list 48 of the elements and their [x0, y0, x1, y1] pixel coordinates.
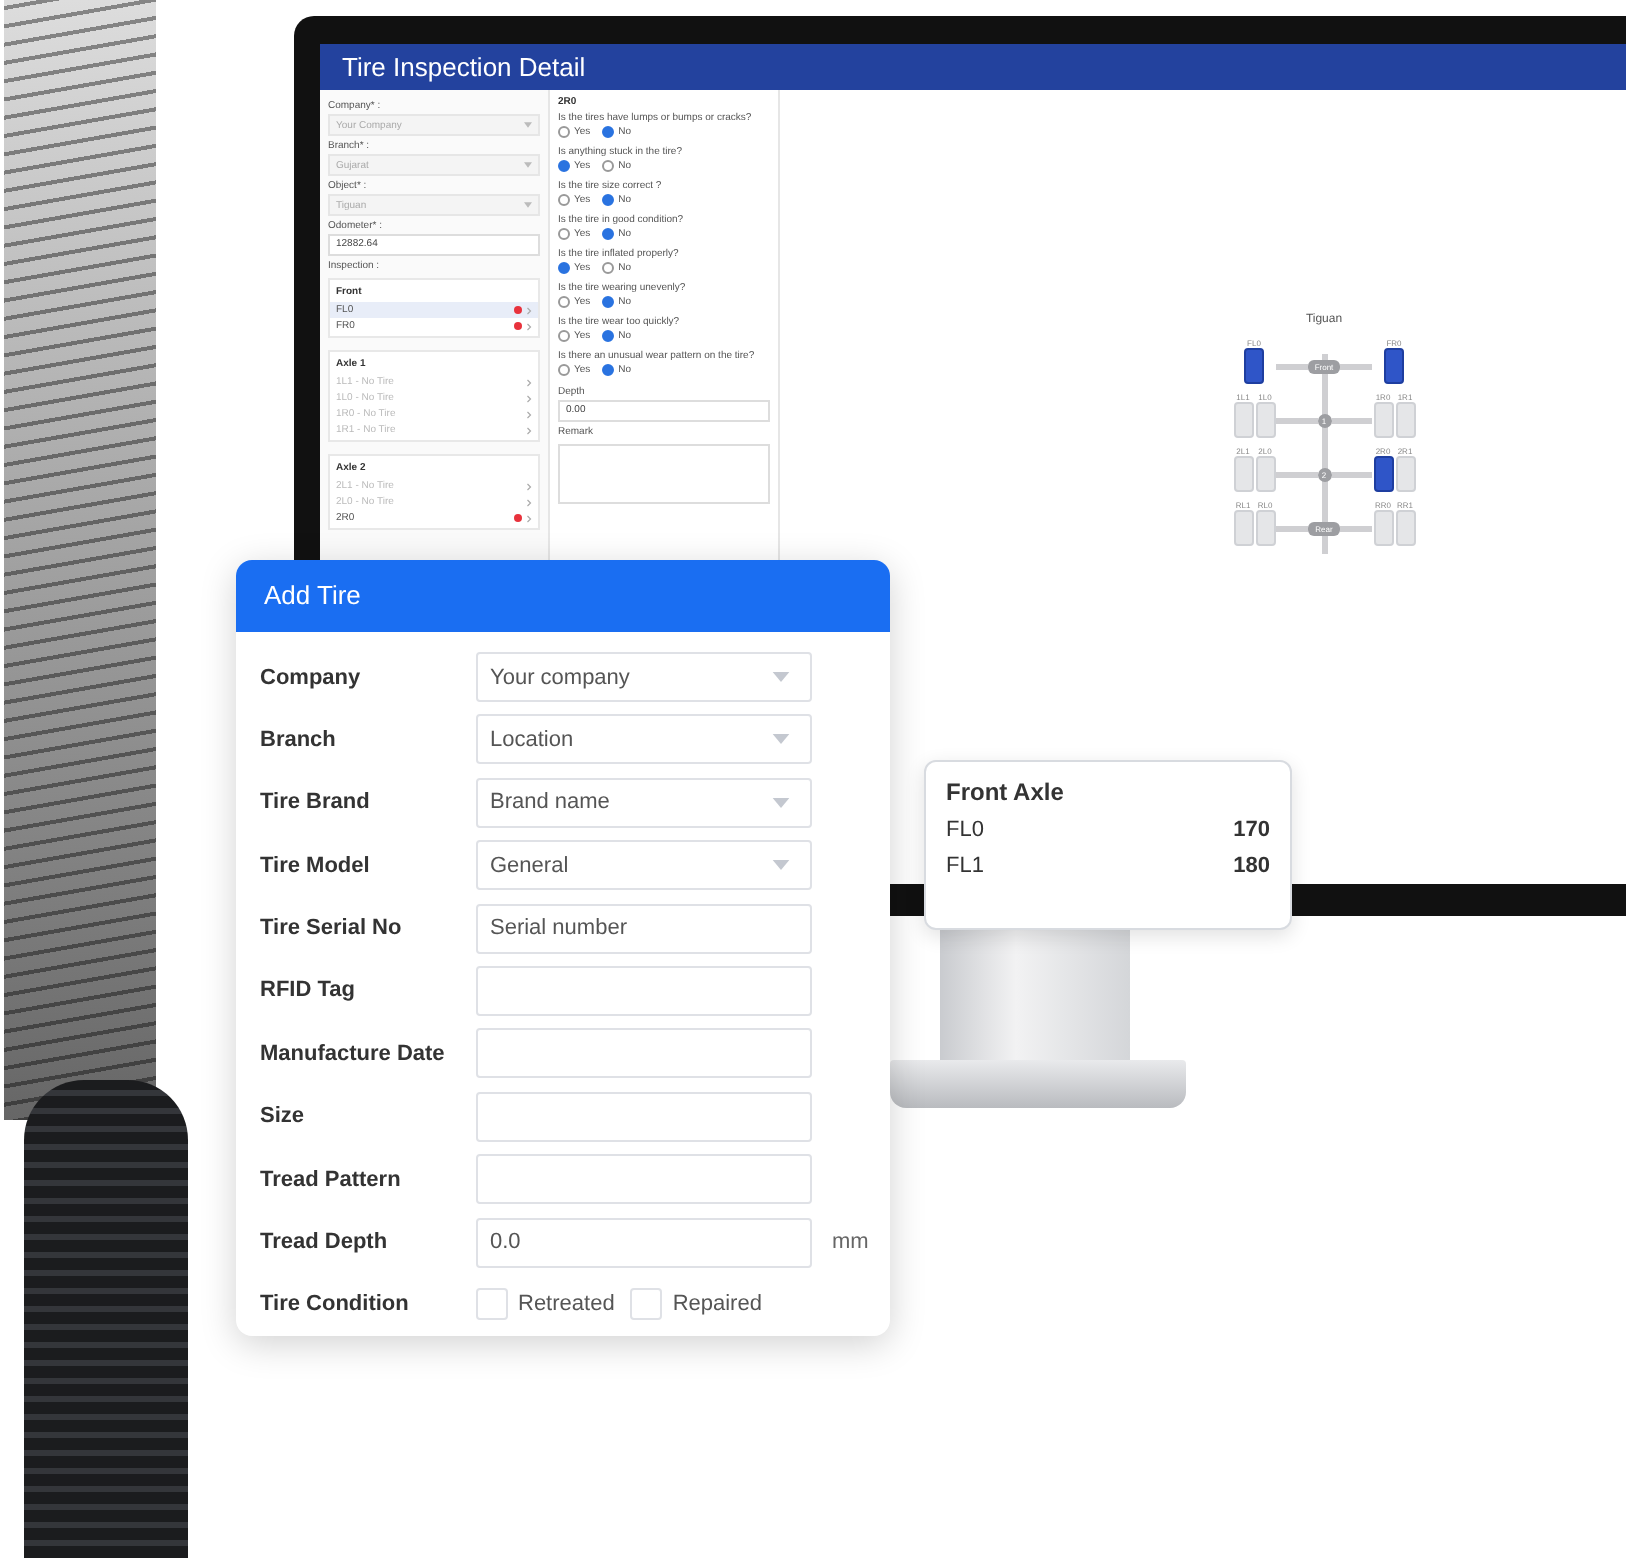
input-field[interactable]	[476, 1091, 812, 1142]
caret-icon	[772, 860, 790, 871]
field-label: Tire Serial No	[260, 916, 404, 941]
axle-bar	[1331, 418, 1372, 424]
input-field[interactable]: Serial number	[476, 903, 812, 954]
dropdown-field[interactable]: General	[476, 840, 812, 891]
remark-field[interactable]	[558, 444, 770, 504]
caret-icon	[772, 797, 790, 808]
input-field[interactable]	[476, 965, 812, 1016]
axle-bar	[1276, 364, 1308, 370]
checkbox-option[interactable]: Retreated	[476, 1288, 615, 1321]
input-field[interactable]: 0.0	[476, 1217, 812, 1268]
axle-bar	[1340, 526, 1372, 532]
axle-bar	[1276, 526, 1308, 532]
field-label: RFID Tag	[260, 978, 357, 1003]
axle-bar	[1340, 364, 1372, 370]
caret-icon	[524, 202, 532, 208]
tread-value: 180	[1233, 854, 1270, 878]
caret-icon	[524, 162, 532, 168]
input-field[interactable]	[476, 1154, 812, 1205]
unit-label: mm	[832, 1230, 869, 1255]
field-label: Branch	[260, 727, 338, 752]
dropdown-field[interactable]: Brand name	[476, 777, 812, 828]
caret-icon	[772, 734, 790, 745]
tire-position: FL1	[946, 854, 984, 878]
dropdown-field[interactable]: Location	[476, 714, 812, 765]
checkbox-option[interactable]: Repaired	[630, 1288, 762, 1321]
field-label: Tread Depth	[260, 1230, 390, 1255]
field-label: Tire Brand	[260, 790, 372, 815]
window-title: Tire Inspection Detail	[320, 44, 1626, 90]
field-label: Company	[260, 665, 363, 689]
axle-bar	[1276, 472, 1317, 478]
dialog-title: Add Tire	[236, 560, 890, 632]
caret-icon	[772, 672, 790, 682]
tread-value: 170	[1233, 818, 1270, 842]
card-title: Front Axle	[946, 778, 1066, 806]
field-label: Tire Model	[260, 853, 372, 878]
field-label: Tread Pattern	[260, 1167, 403, 1192]
axle-bar	[1276, 418, 1317, 424]
field-label: Manufacture Date	[260, 1041, 447, 1066]
field-label: Size	[260, 1104, 307, 1129]
dropdown-field[interactable]: Your company	[476, 652, 812, 702]
tire-position: FL0	[946, 818, 984, 842]
input-field[interactable]	[476, 1028, 812, 1079]
caret-icon	[524, 122, 532, 128]
tire-slot[interactable]	[1373, 456, 1393, 492]
field-label: Tire Condition	[260, 1292, 411, 1317]
axle-bar	[1331, 472, 1372, 478]
